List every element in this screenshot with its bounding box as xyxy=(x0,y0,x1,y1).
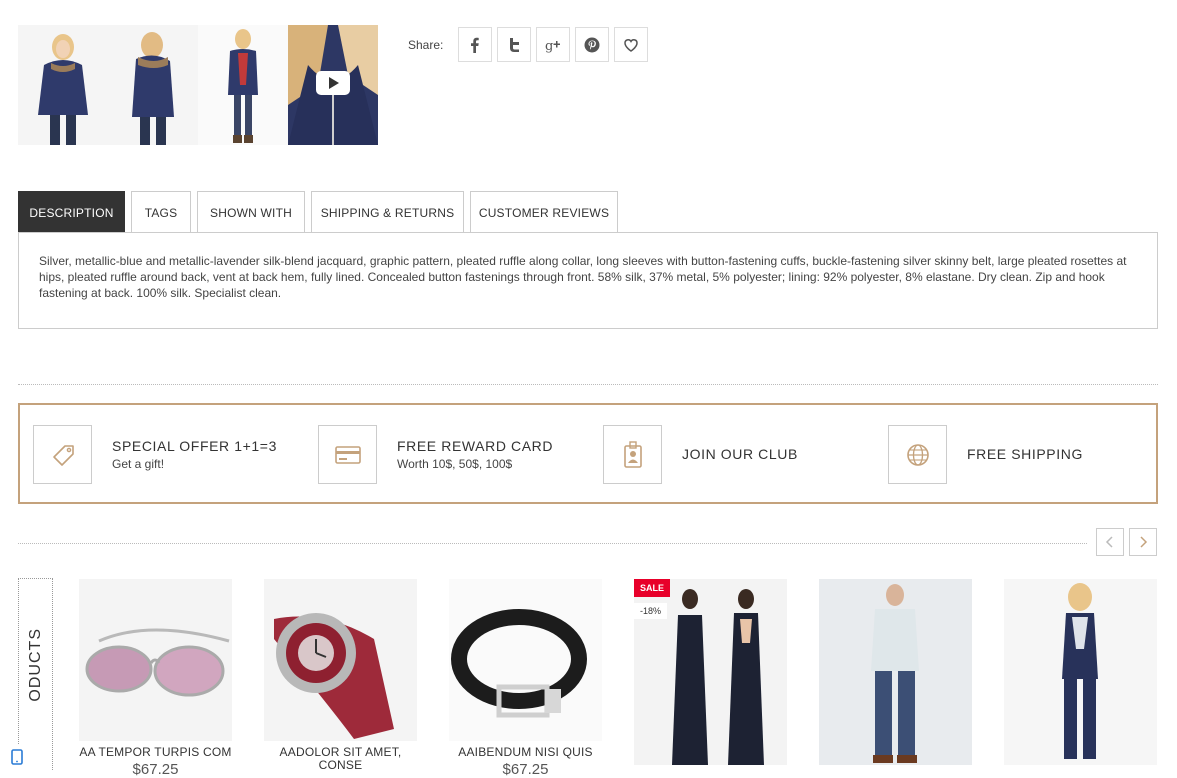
benefits-bar: SPECIAL OFFER 1+1=3 Get a gift! FREE REW… xyxy=(18,403,1158,504)
card-icon xyxy=(334,445,361,464)
tab-shown-with[interactable]: SHOWN WITH xyxy=(197,191,305,233)
benefit-card-box xyxy=(318,425,377,484)
benefit-shipping-box xyxy=(888,425,947,484)
product-image-jumpsuit[interactable] xyxy=(1004,579,1157,765)
thumbnail-jacket-front[interactable] xyxy=(18,25,108,145)
description-panel: Silver, metallic-blue and metallic-laven… xyxy=(18,232,1158,329)
benefit-title-join-club: JOIN OUR CLUB xyxy=(682,446,798,462)
carousel-divider xyxy=(18,543,1087,544)
product-image-sunglasses[interactable] xyxy=(79,579,232,741)
related-products-label-box: ODUCTS xyxy=(18,578,53,770)
svg-text:g: g xyxy=(545,39,553,53)
tab-description[interactable]: DESCRIPTION xyxy=(18,191,125,233)
thumbnail-jacket-closeup-video[interactable] xyxy=(288,25,378,145)
divider xyxy=(18,384,1158,385)
benefit-title-free-shipping: FREE SHIPPING xyxy=(967,446,1083,462)
product-card[interactable] xyxy=(1004,579,1157,765)
thumbnail-jacket-open[interactable] xyxy=(198,25,288,145)
product-name[interactable]: AADOLOR SIT AMET, CONSE xyxy=(264,746,417,772)
facebook-icon xyxy=(471,37,479,53)
mobile-view-toggle[interactable] xyxy=(0,744,34,770)
facebook-share-button[interactable] xyxy=(458,27,492,62)
benefit-club-box xyxy=(603,425,662,484)
sale-badge: SALE xyxy=(634,579,671,597)
product-name[interactable]: AAIBENDUM NISI QUIS xyxy=(449,746,602,759)
google-plus-share-button[interactable]: g xyxy=(536,27,570,62)
chevron-left-icon xyxy=(1105,536,1113,548)
google-plus-icon: g xyxy=(545,39,560,53)
product-card[interactable]: SALE -18% xyxy=(634,579,787,765)
carousel-prev-button[interactable] xyxy=(1096,528,1124,556)
product-image-dress[interactable]: SALE -18% xyxy=(634,579,787,765)
benefit-title-special-offer: SPECIAL OFFER 1+1=3 xyxy=(112,438,277,454)
product-card[interactable]: AADOLOR SIT AMET, CONSE xyxy=(264,579,417,774)
globe-icon xyxy=(906,443,929,466)
id-badge-icon xyxy=(623,440,642,468)
description-text: Silver, metallic-blue and metallic-laven… xyxy=(39,254,1127,300)
pinterest-share-button[interactable] xyxy=(575,27,609,62)
tab-shipping-returns[interactable]: SHIPPING & RETURNS xyxy=(311,191,464,233)
tab-tags[interactable]: TAGS xyxy=(131,191,191,233)
heart-icon xyxy=(624,38,638,52)
product-card[interactable]: AA TEMPOR TURPIS COM $67.25 xyxy=(79,579,232,778)
carousel-next-button[interactable] xyxy=(1129,528,1157,556)
share-label: Share: xyxy=(408,38,444,52)
chevron-right-icon xyxy=(1140,536,1148,548)
benefit-title-reward-card: FREE REWARD CARD xyxy=(397,438,554,454)
product-image-watch[interactable] xyxy=(264,579,417,741)
twitter-share-button[interactable] xyxy=(497,27,531,62)
product-card[interactable] xyxy=(819,579,972,765)
product-image-belt[interactable] xyxy=(449,579,602,741)
product-image-men-shirt[interactable] xyxy=(819,579,972,765)
mobile-phone-icon xyxy=(11,749,23,765)
wishlist-button[interactable] xyxy=(614,27,648,62)
twitter-icon xyxy=(510,37,519,52)
product-name[interactable]: AA TEMPOR TURPIS COM xyxy=(79,746,232,759)
tag-icon xyxy=(52,444,74,466)
discount-badge: -18% xyxy=(634,603,668,619)
pinterest-icon xyxy=(584,37,600,52)
tab-customer-reviews[interactable]: CUSTOMER REVIEWS xyxy=(470,191,618,233)
benefit-tag-box xyxy=(33,425,92,484)
thumbnail-jacket-side[interactable] xyxy=(108,25,198,145)
product-card[interactable]: AAIBENDUM NISI QUIS $67.25 xyxy=(449,579,602,778)
benefit-subtitle-special-offer: Get a gift! xyxy=(112,457,165,471)
play-video-button[interactable] xyxy=(316,71,350,95)
benefit-subtitle-reward-card: Worth 10$, 50$, 100$ xyxy=(397,457,513,471)
